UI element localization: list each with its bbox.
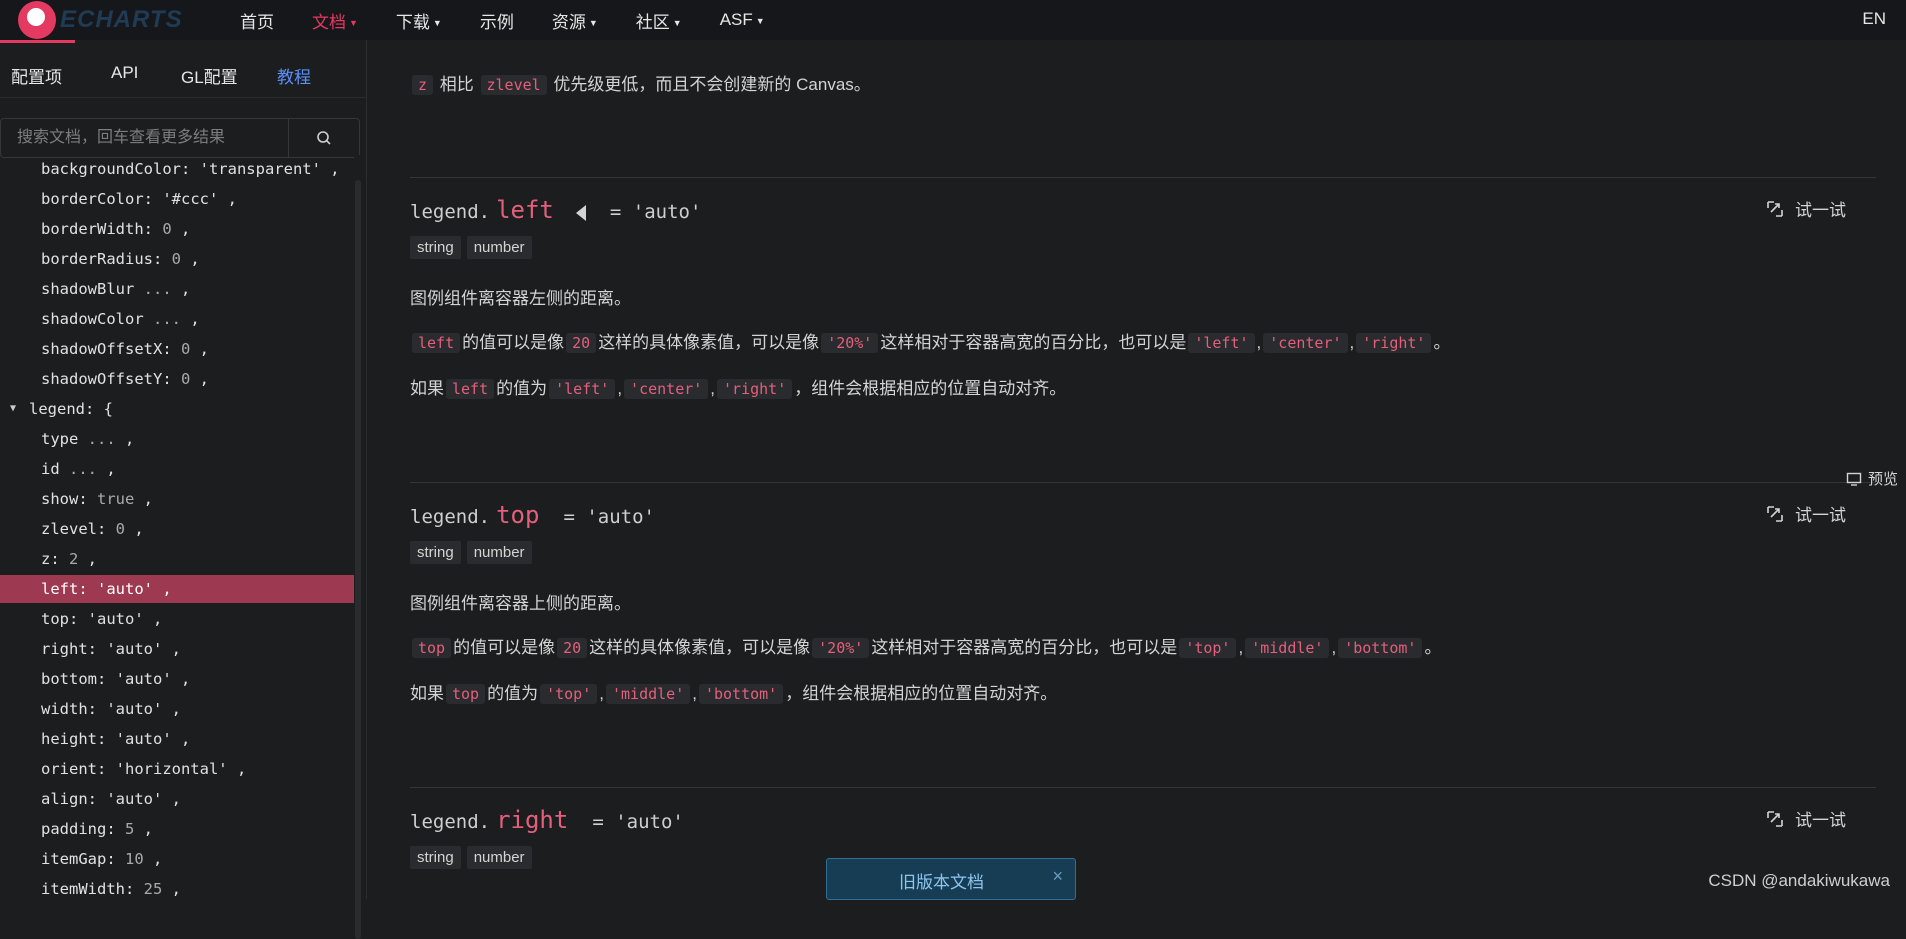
option-detail: left 的值可以是像 20 这样的具体像素值，可以是像 '20%' 这样相对于容器高宽的… <box>410 328 1450 353</box>
logo-text: ECHARTS <box>60 6 183 33</box>
search-box <box>0 118 360 158</box>
option-detail: 如果 left 的值为'left','center','right' ，组件会根据相应… <box>410 379 1067 399</box>
tree-item-legend[interactable]: ▼ legend: { <box>0 395 354 423</box>
preview-icon <box>1846 472 1862 486</box>
doc-content: z 相比 zlevel 优先级更低，而且不会创建新的 Canvas。 legen… <box>410 40 1880 899</box>
chevron-down-icon: ▼ <box>755 15 765 26</box>
tree-item[interactable]: shadowColor ... , <box>0 305 354 333</box>
option-desc: 图例组件离容器上侧的距离。 <box>410 594 631 613</box>
tree-item-selected[interactable]: left: 'auto' , <box>0 575 354 603</box>
tree-item[interactable]: show: true , <box>0 485 354 513</box>
expand-arrow-icon[interactable]: ▼ <box>10 395 16 423</box>
option-title: legend. top = 'auto' <box>410 501 655 529</box>
type-tags: string number <box>410 541 538 564</box>
type-tag: string <box>410 846 461 869</box>
tab-tutorial[interactable]: 教程 <box>277 63 311 88</box>
type-tag: number <box>466 236 532 259</box>
old-docs-link[interactable]: 旧版本文档 <box>899 868 984 893</box>
tree-item[interactable]: borderRadius: 0 , <box>0 245 354 273</box>
option-tree: backgroundColor: 'transparent' , borderC… <box>0 155 354 899</box>
tree-item[interactable]: top: 'auto' , <box>0 605 354 633</box>
type-tags: string number <box>410 236 538 259</box>
option-detail: top 的值可以是像 20 这样的具体像素值，可以是像 '20%' 这样相对于容器高宽的百… <box>410 633 1441 658</box>
try-it-button[interactable]: 试一试 <box>1765 196 1846 221</box>
sidebar-tabs: 配置项 API GL配置 教程 <box>0 40 366 98</box>
nav-examples[interactable]: 示例 <box>480 8 514 33</box>
inline-code: zlevel <box>480 75 547 95</box>
try-it-icon <box>1767 200 1783 217</box>
search-icon <box>317 131 331 145</box>
old-docs-banner[interactable]: 旧版本文档 × <box>826 858 1076 900</box>
tab-option[interactable]: 配置项 <box>11 63 62 88</box>
option-desc: 图例组件离容器左侧的距离。 <box>410 289 631 308</box>
caret-left-icon[interactable] <box>575 204 586 221</box>
tree-item[interactable]: align: 'auto' , <box>0 785 354 813</box>
nav-community[interactable]: 社区 ▼ <box>636 8 682 33</box>
tree-item[interactable]: itemGap: 10 , <box>0 845 354 873</box>
chevron-down-icon: ▼ <box>672 18 682 29</box>
tree-item[interactable]: shadowOffsetX: 0 , <box>0 335 354 363</box>
tab-gl-option[interactable]: GL配置 <box>181 63 238 88</box>
option-detail: 如果 top 的值为'top','middle','bottom' ，组件会根据相应的… <box>410 684 1058 704</box>
inline-code: z <box>412 75 434 95</box>
search-button[interactable] <box>288 119 359 157</box>
type-tag: number <box>466 846 532 869</box>
tree-item[interactable]: height: 'auto' , <box>0 725 354 753</box>
type-tag: number <box>466 541 532 564</box>
tree-item[interactable]: zlevel: 0 , <box>0 515 354 543</box>
top-nav-bar: ECHARTS 首页 文档 ▼ 下载 ▼ 示例 资源 ▼ 社区 ▼ ASF ▼ EN <box>0 0 1906 40</box>
language-switch[interactable]: EN <box>1862 9 1886 29</box>
chevron-down-icon: ▼ <box>349 18 358 29</box>
tree-item[interactable]: width: 'auto' , <box>0 695 354 723</box>
type-tag: string <box>410 236 461 259</box>
tree-item[interactable]: right: 'auto' , <box>0 635 354 663</box>
close-icon[interactable]: × <box>1052 866 1063 887</box>
tree-item[interactable]: shadowBlur ... , <box>0 275 354 303</box>
nav-download[interactable]: 下载 ▼ <box>396 8 442 33</box>
search-input[interactable] <box>1 119 289 157</box>
watermark: CSDN @andakiwukawa <box>1708 871 1890 890</box>
chevron-down-icon: ▼ <box>432 18 442 29</box>
echarts-logo[interactable]: ECHARTS <box>18 0 183 40</box>
try-it-button[interactable]: 试一试 <box>1765 806 1846 831</box>
tree-item[interactable]: borderWidth: 0 , <box>0 215 354 243</box>
tree-item[interactable]: bottom: 'auto' , <box>0 665 354 693</box>
z-description: z 相比 zlevel 优先级更低，而且不会创建新的 Canvas。 <box>410 70 871 95</box>
sidebar-scrollbar[interactable] <box>355 180 361 939</box>
preview-button[interactable]: 预览 <box>1846 468 1898 489</box>
nav-docs[interactable]: 文档 ▼ <box>312 8 358 33</box>
try-it-icon <box>1767 505 1783 522</box>
tab-api[interactable]: API <box>111 63 138 83</box>
tree-item[interactable]: itemWidth: 25 , <box>0 875 354 899</box>
option-title: legend. right = 'auto' <box>410 806 684 834</box>
tree-item[interactable]: orient: 'horizontal' , <box>0 755 354 783</box>
option-title: legend. left = 'auto' <box>410 196 702 224</box>
tree-item[interactable]: shadowOffsetY: 0 , <box>0 365 354 393</box>
type-tag: string <box>410 541 461 564</box>
tree-item[interactable]: borderColor: '#ccc' , <box>0 185 354 213</box>
sidebar: 配置项 API GL配置 教程 backgroundColor: 'transp… <box>0 40 367 939</box>
option-section-right: legend. right = 'auto' 试一试 string number <box>410 787 1876 900</box>
type-tags: string number <box>410 846 538 869</box>
option-section-left: legend. left = 'auto' 试一试 string number 图例… <box>410 177 1876 478</box>
try-it-icon <box>1767 810 1783 827</box>
nav-home[interactable]: 首页 <box>240 8 274 33</box>
try-it-button[interactable]: 试一试 <box>1765 501 1846 526</box>
option-section-top: legend. top = 'auto' 试一试 string number 图例组… <box>410 482 1876 783</box>
nav-asf[interactable]: ASF ▼ <box>720 10 765 30</box>
tree-item[interactable]: z: 2 , <box>0 545 354 573</box>
tree-item[interactable]: padding: 5 , <box>0 815 354 843</box>
tree-item[interactable]: id ... , <box>0 455 354 483</box>
logo-mark <box>18 1 56 39</box>
chevron-down-icon: ▼ <box>588 18 598 29</box>
nav-resources[interactable]: 资源 ▼ <box>552 8 598 33</box>
tree-item[interactable]: type ... , <box>0 425 354 453</box>
main-nav: 首页 文档 ▼ 下载 ▼ 示例 资源 ▼ 社区 ▼ ASF ▼ <box>240 0 803 40</box>
tree-item[interactable]: backgroundColor: 'transparent' , <box>0 155 354 183</box>
